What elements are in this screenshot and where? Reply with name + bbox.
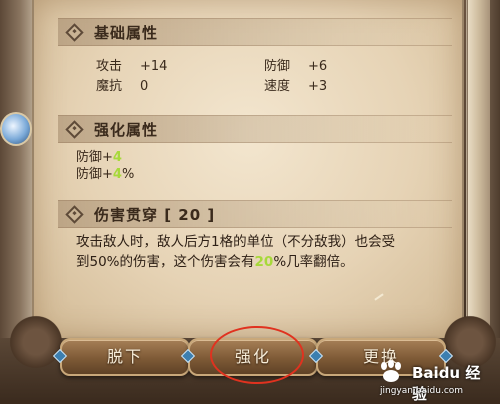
stat-label: 魔抗 bbox=[96, 79, 123, 94]
watermark-text: Baidu 经验 bbox=[412, 364, 481, 403]
line-suffix: % bbox=[121, 167, 135, 182]
line-highlight: 4 bbox=[112, 167, 122, 182]
pierce-description: 攻击敌人时，敌人后方1格的单位（不分敌我）也会受到50%的伤害，这个伤害会有20… bbox=[76, 232, 406, 272]
desc-highlight: 20 bbox=[254, 254, 274, 270]
side-orb-icon bbox=[0, 112, 32, 146]
enhance-attributes-header: 强化属性 bbox=[58, 115, 452, 143]
section-title: 基础属性 bbox=[94, 24, 159, 42]
pierce-skill-header: 伤害贯穿 [ 20 ] bbox=[58, 200, 452, 228]
button-label: 脱下 bbox=[106, 347, 143, 366]
stat-value: +6 bbox=[308, 59, 328, 74]
diamond-bullet-icon bbox=[65, 205, 84, 224]
stat-defense: 防御 +6 bbox=[264, 55, 327, 74]
enhance-line-2: 防御+4% bbox=[76, 163, 134, 182]
button-label: 强化 bbox=[234, 347, 271, 366]
stat-value: +3 bbox=[308, 79, 328, 94]
stat-speed: 速度 +3 bbox=[264, 75, 327, 94]
stat-label: 攻击 bbox=[96, 59, 123, 74]
diamond-bullet-icon bbox=[65, 120, 84, 139]
section-title: 伤害贯穿 [ 20 ] bbox=[94, 206, 216, 224]
stat-value: +14 bbox=[140, 59, 168, 74]
stat-magic-resist: 魔抗 0 bbox=[96, 75, 148, 94]
unequip-button[interactable]: 脱下 bbox=[52, 338, 198, 376]
basic-attributes-header: 基础属性 bbox=[58, 18, 452, 46]
section-title: 强化属性 bbox=[94, 121, 159, 139]
diamond-bullet-icon bbox=[65, 23, 84, 42]
desc-text-end: %几率翻倍。 bbox=[273, 254, 354, 270]
scroll-roll bbox=[467, 0, 490, 340]
watermark-url: jingyan.baidu.com bbox=[380, 386, 464, 396]
stat-attack: 攻击 +14 bbox=[96, 55, 167, 74]
stat-label: 防御 bbox=[264, 59, 291, 74]
enhance-button[interactable]: 强化 bbox=[180, 338, 326, 376]
line-prefix: 防御+ bbox=[76, 167, 113, 182]
baidu-watermark: Baidu 经验 jingyan.baidu.com bbox=[376, 360, 486, 403]
wood-ornament-left bbox=[6, 312, 66, 372]
paw-logo-icon bbox=[381, 360, 401, 382]
stat-value: 0 bbox=[140, 79, 149, 94]
stat-label: 速度 bbox=[264, 79, 291, 94]
